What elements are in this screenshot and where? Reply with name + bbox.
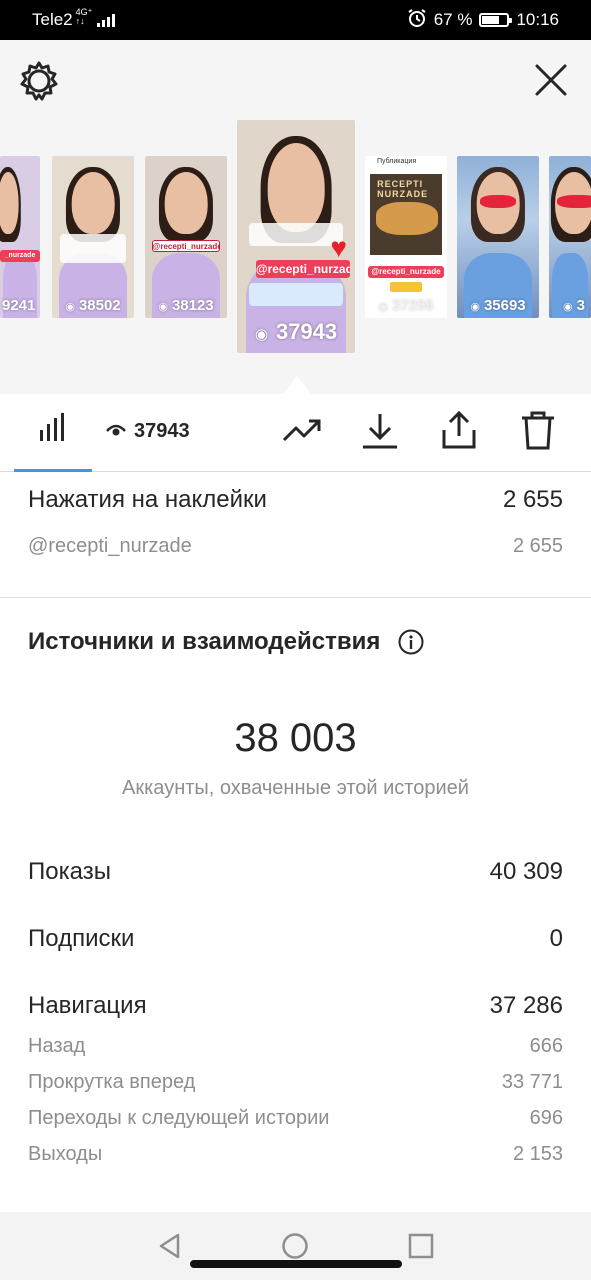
eye-icon: ◉	[563, 301, 573, 313]
insights-toolbar: 37943	[0, 394, 591, 472]
sticker-item-label: @recepti_nurzade	[28, 534, 192, 557]
navigation-value: 37 286	[489, 992, 563, 1019]
back-value: 666	[529, 1034, 563, 1057]
sticker-item-value: 2 655	[512, 534, 563, 557]
recents-square-icon[interactable]	[407, 1232, 435, 1260]
reach-value: 38 003	[234, 716, 357, 760]
story-tag: @recepti_nurzade	[151, 240, 221, 253]
clock: 10:16	[516, 10, 559, 29]
post-header: Публикация	[377, 158, 417, 165]
battery-icon	[479, 13, 513, 27]
story-views: ◉ 37943	[254, 319, 338, 344]
next-story-value: 696	[529, 1106, 563, 1129]
navigation-label: Навигация	[28, 992, 147, 1019]
next-story-label: Переходы к следующей истории	[28, 1106, 330, 1129]
carrier-name: Tele2	[32, 10, 73, 29]
share-icon[interactable]	[439, 410, 479, 450]
story-thumbnail[interactable]: ◉ 38502	[52, 156, 134, 318]
exits-value: 2 153	[512, 1142, 563, 1165]
views-tab[interactable]: 37943	[106, 420, 190, 443]
insights-chart-icon[interactable]	[38, 412, 68, 442]
sticker-taps-value: 2 655	[502, 486, 563, 513]
eye-icon: ◉	[254, 326, 268, 343]
navigation-sub-row: Назад 666	[0, 1028, 591, 1064]
sticker-taps-row: Нажатия на наклейки 2 655	[0, 472, 591, 528]
settings-gear-icon[interactable]	[18, 60, 60, 102]
section-divider	[0, 597, 591, 598]
eye-icon: ◉	[65, 301, 75, 313]
delete-trash-icon[interactable]	[518, 410, 558, 450]
network-type: 4G⁺ ↑↓	[75, 7, 93, 26]
exits-label: Выходы	[28, 1142, 103, 1165]
post-label: RECEPTI NURZADE	[377, 178, 429, 199]
story-views: ◉ 38502	[65, 297, 121, 314]
status-bar: Tele2 4G⁺ ↑↓ 67 % 10:16	[0, 0, 591, 40]
impressions-value: 40 309	[489, 858, 563, 885]
navigation-sub-row: Переходы к следующей истории 696	[0, 1100, 591, 1136]
impressions-label: Показы	[28, 858, 111, 885]
sticker-taps-section: Нажатия на наклейки 2 655 @recepti_nurza…	[0, 472, 591, 564]
follows-label: Подписки	[28, 925, 135, 952]
follows-row: Подписки 0	[0, 917, 591, 961]
signal-icon	[97, 13, 116, 27]
sticker-item-row[interactable]: @recepti_nurzade 2 655	[0, 528, 591, 564]
story-views: 9241	[2, 297, 36, 314]
story-views: ◉ 38123	[158, 297, 214, 314]
selected-story-pointer	[283, 376, 311, 394]
navigation-sub-row: Прокрутка вперед 33 771	[0, 1064, 591, 1100]
close-icon[interactable]	[533, 62, 569, 98]
story-views: ◉ 35693	[470, 297, 526, 314]
story-thumbnail-selected[interactable]: ♥ @recepti_nurzade ◉ 37943	[237, 120, 355, 353]
eye-icon: ◉	[378, 301, 388, 313]
promote-trend-icon[interactable]	[282, 410, 322, 450]
story-thumbnail[interactable]: ◉ 3	[549, 156, 591, 318]
forward-value: 33 771	[501, 1070, 563, 1093]
back-label: Назад	[28, 1034, 86, 1057]
home-circle-icon[interactable]	[281, 1232, 309, 1260]
navigation-section: Навигация 37 286 Назад 666 Прокрутка впе…	[0, 984, 591, 1172]
story-views: ◉ 3	[563, 297, 585, 314]
navigation-sub-row: Выходы 2 153	[0, 1136, 591, 1172]
system-navigation-bar	[0, 1212, 591, 1280]
download-icon[interactable]	[360, 410, 400, 450]
eye-icon	[106, 420, 126, 443]
eye-icon: ◉	[470, 301, 480, 313]
info-icon[interactable]	[398, 629, 424, 655]
eye-icon: ◉	[158, 301, 168, 313]
alarm-icon	[407, 8, 427, 33]
impressions-row: Показы 40 309	[0, 850, 591, 894]
navigation-row: Навигация 37 286	[0, 984, 591, 1028]
battery-percent: 67 %	[433, 10, 473, 29]
story-tag: @recepti_nurzade	[255, 259, 351, 278]
story-tag: _nurzade	[0, 249, 40, 262]
interactions-title: Источники и взаимодействия	[28, 628, 424, 656]
forward-label: Прокрутка вперед	[28, 1070, 196, 1093]
story-tag: @recepti_nurzade	[368, 266, 444, 279]
story-thumbnail[interactable]: _nurzade 9241	[0, 156, 40, 318]
story-strip-panel: _nurzade 9241 ◉ 38502 @recepti_nurzade ◉ 3…	[0, 40, 591, 394]
views-count: 37943	[134, 420, 190, 442]
sticker-taps-label: Нажатия на наклейки	[28, 486, 267, 513]
back-triangle-icon[interactable]	[156, 1232, 184, 1260]
story-views: ◉ 37255	[378, 297, 434, 314]
follows-value: 0	[549, 925, 563, 952]
gesture-home-indicator[interactable]	[190, 1260, 402, 1268]
reach-caption: Аккаунты, охваченные этой историей	[122, 777, 469, 799]
story-thumbnail[interactable]: Публикация RECEPTI NURZADE @recepti_nurz…	[365, 156, 447, 318]
story-thumbnail[interactable]: ◉ 35693	[457, 156, 539, 318]
story-thumbnail[interactable]: @recepti_nurzade ◉ 38123	[145, 156, 227, 318]
